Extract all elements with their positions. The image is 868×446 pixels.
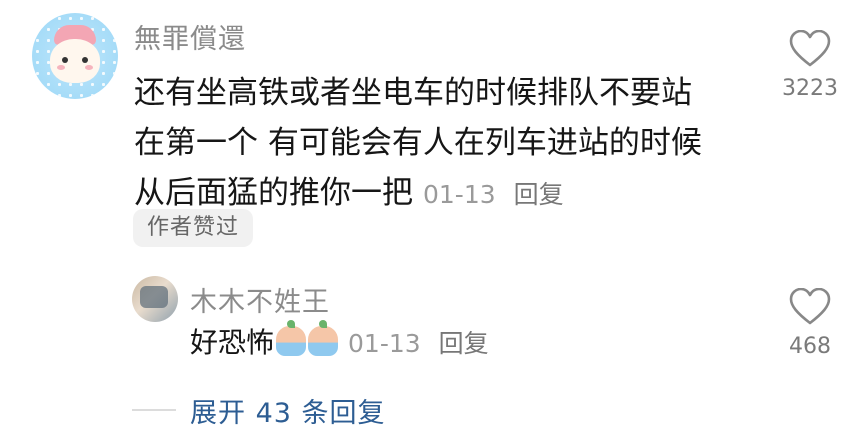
divider-line (132, 409, 176, 411)
reply-like-count: 468 (789, 334, 831, 359)
reply-button[interactable]: 回复 (514, 180, 564, 209)
avatar-eye (82, 57, 88, 63)
avatar-cheek (85, 65, 93, 70)
comment-date: 01-13 (423, 180, 496, 209)
like-button[interactable]: 3223 (775, 30, 845, 101)
author-liked-badge: 作者赞过 (133, 209, 254, 247)
reply-like-button[interactable]: 468 (775, 288, 845, 359)
reply-to-reply-button[interactable]: 回复 (439, 329, 489, 358)
crying-peach-emoji-icon (308, 320, 339, 356)
reply-text[interactable]: 好恐怖 01-13 回复 (190, 318, 489, 369)
crying-peach-emoji-icon (276, 320, 307, 356)
like-count: 3223 (782, 76, 838, 101)
reply-date: 01-13 (348, 329, 421, 358)
avatar-cheek (57, 65, 65, 70)
avatar-eye (62, 57, 68, 63)
reply-commenter-avatar[interactable] (132, 276, 178, 322)
expand-replies-label: 展开 43 条回复 (190, 397, 386, 429)
reply-text-content: 好恐怖 (190, 326, 275, 359)
expand-replies-button[interactable]: 展开 43 条回复 (132, 390, 386, 430)
heart-icon (789, 30, 831, 67)
comment-text-line: 还有坐高铁或者坐电车的时候排队不要站 (134, 75, 692, 111)
heart-icon (789, 288, 831, 325)
comment-text[interactable]: 还有坐高铁或者坐电车的时候排队不要站 在第一个 有可能会有人在列车进站的时候 从… (134, 68, 702, 220)
commenter-username[interactable]: 無罪償還 (134, 17, 246, 56)
comment-text-line-content: 从后面猛的推你一把 (134, 175, 413, 211)
commenter-avatar[interactable] (32, 13, 118, 99)
avatar-face (50, 39, 100, 83)
avatar-image (140, 286, 168, 308)
comment-text-line: 在第一个 有可能会有人在列车进站的时候 (134, 125, 702, 161)
reply-commenter-username[interactable]: 木木不姓王 (190, 280, 330, 319)
